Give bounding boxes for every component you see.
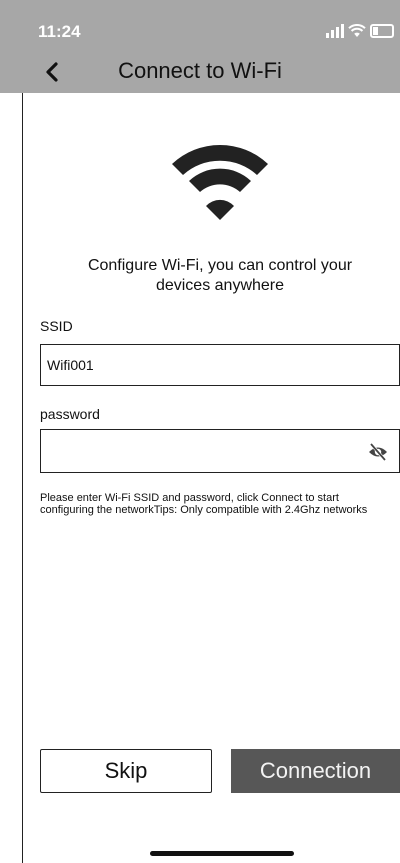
wifi-icon [348,24,366,37]
eye-slash-icon[interactable] [367,442,389,462]
connect-wifi-screen: 11:24 Connect to Wi-Fi Configure Wi-Fi, … [0,0,400,863]
page-title: Connect to Wi-Fi [118,58,282,83]
ssid-label: SSID [40,318,73,334]
connection-button[interactable]: Connection [231,749,400,793]
headline-line-2: devices anywhere [155,277,285,294]
ssid-input[interactable] [47,345,347,385]
battery-icon [370,24,394,38]
left-divider [22,93,23,863]
headline-line-1: Configure Wi-Fi, you can control your [87,257,353,274]
password-label: password [40,406,100,422]
header-bar: 11:24 Connect to Wi-Fi [0,0,400,93]
password-input[interactable] [47,430,347,472]
status-time: 11:24 [38,22,81,41]
status-icons [326,22,394,40]
signal-icon [326,24,344,38]
ssid-field[interactable] [40,344,400,386]
home-indicator[interactable] [150,851,294,856]
wifi-headline: Configure Wi-Fi, you can control your de… [40,256,400,296]
wifi-icon [172,144,268,220]
setup-hint-text: Please enter Wi-Fi SSID and password, cl… [40,492,368,516]
password-field[interactable] [40,429,400,473]
skip-button[interactable]: Skip [40,749,212,793]
